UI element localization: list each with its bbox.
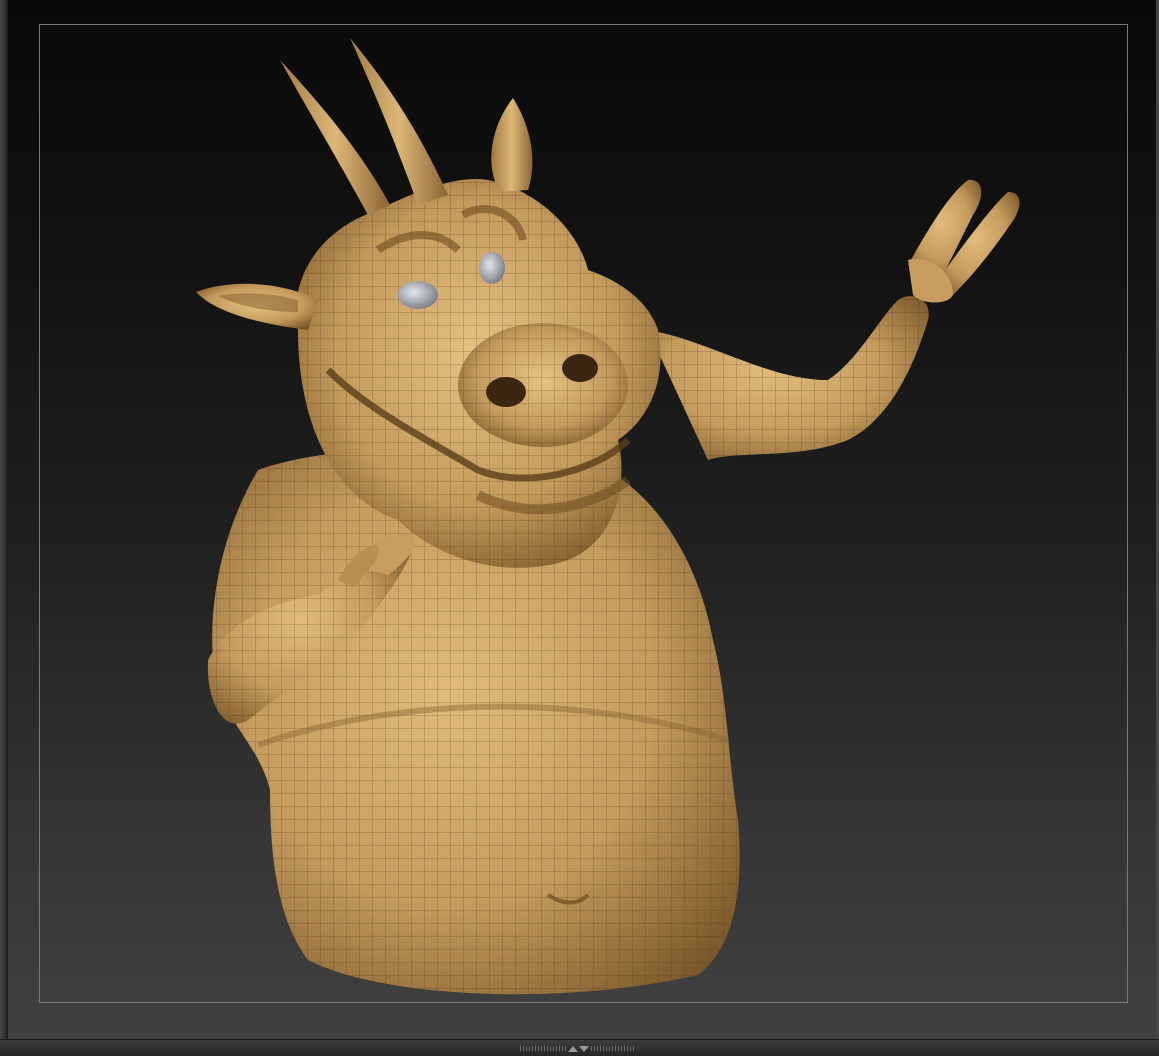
document-canvas[interactable] [8, 0, 1156, 1040]
tray-toggle-handle[interactable] [520, 1044, 636, 1053]
sculpt-model[interactable] [8, 0, 1156, 1040]
left-tray-edge[interactable] [0, 0, 8, 1042]
bottom-tray-bar [0, 1039, 1159, 1056]
arrow-down-icon [578, 1045, 589, 1052]
zbrush-app [0, 0, 1159, 1056]
arrow-up-icon [567, 1045, 578, 1052]
grip-left-icon [520, 1046, 566, 1051]
double-arrow-icon [567, 1045, 589, 1052]
grip-right-icon [590, 1046, 636, 1051]
raised-arm [648, 179, 1020, 460]
